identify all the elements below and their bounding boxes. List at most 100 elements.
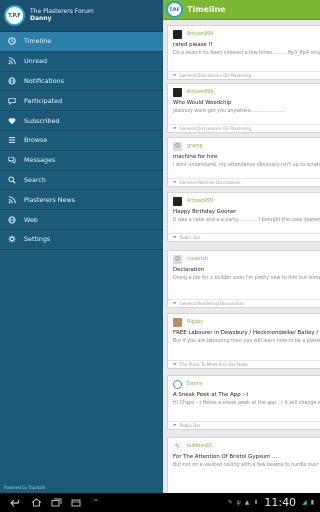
post-author[interactable]: Artisan999: [187, 199, 213, 204]
post-title: Happy Birthday Gooner: [173, 209, 237, 215]
timeline-post[interactable]: ☺ gramp machine for hire I dont understa…: [167, 137, 320, 187]
sidebar-item-label: Participated: [24, 96, 63, 105]
comment-icon: ▰: [173, 423, 177, 428]
post-snippet: I dont understand, my attendance obvious…: [173, 163, 320, 168]
sidebar-item-search[interactable]: Search: [0, 171, 163, 191]
comment-icon: [7, 96, 17, 106]
timeline-post[interactable]: ✎ bubbles65 For The Attention Of Bristol…: [167, 437, 320, 493]
home-icon[interactable]: [26, 498, 46, 507]
comment-icon: ▰: [173, 73, 177, 78]
user-name: Danny: [30, 14, 52, 22]
sidebar-item-web[interactable]: Web: [0, 210, 163, 230]
timeline-panel: T.P.F Timeline Artisan999 rated please !…: [163, 0, 320, 493]
usb-icon: ψ: [236, 499, 241, 506]
post-snippet: But if you are labouring then you will l…: [173, 339, 320, 344]
sidebar-item-participated[interactable]: Participated: [0, 91, 163, 112]
post-category[interactable]: ▰ General Discussions On Plastering: [168, 124, 320, 132]
sidebar-item-subscribed[interactable]: Subscribed: [0, 111, 163, 131]
forum-logo: T.P.F: [4, 5, 25, 26]
post-category[interactable]: ▰ Public Bar: [168, 233, 320, 241]
sidebar-item-timeline[interactable]: Timeline: [0, 32, 163, 52]
post-category[interactable]: ▰ Public Bar: [168, 421, 320, 429]
post-category[interactable]: ▰ General Discussions On Plastering: [168, 71, 320, 79]
post-author[interactable]: Artisan999: [187, 32, 213, 37]
screenshot-icon[interactable]: [66, 498, 86, 507]
warning-icon: ▲: [244, 499, 250, 506]
post-author[interactable]: Artisan999: [187, 90, 213, 95]
post-snippet: It was a cake and a a party.............…: [173, 218, 320, 223]
category-label: Public Bar: [179, 235, 201, 240]
post-author[interactable]: gramp: [187, 144, 203, 149]
timeline-post[interactable]: Artisan999 Happy Birthday Gooner It was …: [167, 192, 320, 242]
powered-by-label: Powered by Tapatalk: [4, 485, 46, 490]
wifi-icon: ◢: [302, 499, 307, 506]
list-icon: [7, 135, 17, 145]
avatar[interactable]: [173, 379, 182, 389]
sidebar-item-label: Web: [24, 215, 38, 224]
comment-icon: ▰: [173, 362, 177, 367]
post-snippet: Doing a job for a builder soon I'm prett…: [173, 276, 320, 281]
sidebar-item-label: Subscribed: [24, 116, 60, 125]
heart-icon: [7, 116, 17, 126]
post-author[interactable]: rosatrish: [187, 257, 208, 262]
post-snippet: But not on a vaulted ceiling with a few …: [173, 463, 320, 468]
comment-icon: ▰: [173, 301, 177, 306]
globe-icon: [7, 215, 17, 225]
timeline-header[interactable]: T.P.F Timeline: [163, 0, 320, 20]
back-icon[interactable]: [6, 499, 26, 507]
post-author[interactable]: Rigsby: [187, 320, 203, 325]
post-author[interactable]: bubbles65: [187, 444, 212, 449]
search-icon: [7, 175, 17, 185]
download-icon: ⬇: [253, 499, 259, 506]
post-title: Who Would Woodchip: [173, 100, 232, 106]
sidebar-item-plasterers-news[interactable]: Plasterers News: [0, 190, 163, 211]
clock-icon: [7, 36, 17, 46]
globe-icon: [7, 76, 17, 86]
clock-time: 11:40: [264, 496, 297, 509]
post-title: Declaration: [173, 267, 205, 273]
sidebar-item-browse[interactable]: Browse: [0, 131, 163, 151]
timeline-post[interactable]: Artisan999 rated please !! Do a search i…: [167, 25, 320, 80]
chat-icon: [7, 155, 17, 165]
expand-up-icon[interactable]: ⌃: [86, 498, 106, 507]
post-author[interactable]: Danny: [187, 382, 203, 387]
timeline-post[interactable]: Artisan999 Who Would Woodchip jealousy w…: [167, 83, 320, 133]
battery-icon: ▮: [310, 499, 314, 506]
sidebar-item-unread[interactable]: Unread: [0, 52, 163, 72]
avatar[interactable]: ☺: [173, 141, 182, 151]
forum-logo: T.P.F: [166, 1, 183, 18]
sidebar-item-notifications[interactable]: Notifications: [0, 72, 163, 92]
category-label: Public Bar: [179, 423, 201, 428]
avatar[interactable]: [173, 317, 182, 327]
comment-icon: ▰: [173, 126, 177, 131]
avatar[interactable]: [173, 29, 182, 39]
rss-icon: [7, 195, 17, 205]
post-title: machine for hire: [173, 154, 218, 160]
post-snippet: Do a search its been covered a few times…: [173, 51, 320, 56]
avatar[interactable]: [173, 196, 182, 206]
sidebar-item-label: Search: [24, 175, 46, 184]
timeline-post[interactable]: ☺ rosatrish Declaration Doing a job for …: [167, 250, 320, 308]
timeline-post[interactable]: Rigsby FREE Labourer in Dewsbury / Heckm…: [167, 313, 320, 369]
sidebar-item-messages[interactable]: Messages: [0, 151, 163, 171]
timeline-post[interactable]: Danny A Sneak Peek at The App :-) Hi Cha…: [167, 375, 320, 430]
edit-icon: ✎: [227, 499, 233, 506]
avatar[interactable]: ✎: [173, 441, 182, 451]
post-category[interactable]: ▰ General Rendering Discussions: [168, 299, 320, 307]
recent-apps-icon[interactable]: [46, 498, 66, 507]
post-category[interactable]: ▰ General Machine Discussions: [168, 178, 320, 186]
category-label: General Discussions On Plastering: [179, 126, 252, 131]
avatar[interactable]: ☺: [173, 254, 182, 264]
sidebar-item-label: Notifications: [24, 76, 64, 85]
post-title: For The Attention Of Bristol Gypsum ....: [173, 454, 279, 460]
post-category[interactable]: ▰ The Place To Meet And Say Hello: [168, 360, 320, 368]
category-label: The Place To Meet And Say Hello: [179, 362, 248, 367]
forum-header[interactable]: T.P.F The Plasterers Forum Danny: [0, 0, 163, 32]
system-navigation-bar: ⌃ ✎ ψ ▲ ⬇ 11:40 ◢ ▮: [0, 493, 320, 512]
post-snippet: Hi Chaps :-) Heres a sneak peek at the a…: [173, 401, 320, 406]
sidebar-item-label: Unread: [24, 57, 48, 66]
comment-icon: ▰: [173, 235, 177, 240]
avatar[interactable]: [173, 87, 182, 97]
sidebar-item-settings[interactable]: Settings: [0, 230, 163, 250]
sidebar-item-label: Timeline: [24, 37, 52, 46]
